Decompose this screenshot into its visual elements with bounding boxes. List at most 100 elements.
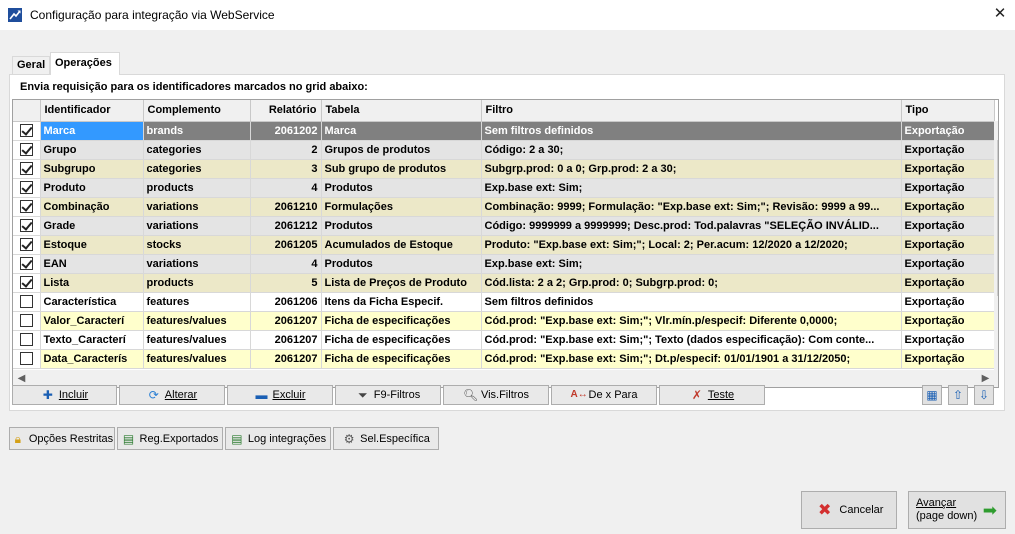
row-checkbox[interactable] bbox=[13, 178, 41, 198]
checkbox-checked-icon[interactable] bbox=[19, 219, 33, 232]
cell-filtro[interactable]: Cód.prod: "Exp.base ext: Sim;"; Texto (d… bbox=[481, 330, 902, 350]
cell-tabela[interactable]: Marca bbox=[321, 121, 482, 141]
cell-tipo[interactable]: Exportação bbox=[901, 330, 995, 350]
table-row[interactable]: Subgrupo categories 3 Sub grupo de produtos… bbox=[13, 159, 995, 179]
table-row[interactable]: Grade variations 2061212 Produtos Código: 99… bbox=[13, 216, 995, 236]
cell-tipo[interactable]: Exportação bbox=[901, 235, 995, 255]
cell-tabela[interactable]: Grupos de produtos bbox=[321, 140, 482, 160]
cell-tipo[interactable]: Exportação bbox=[901, 349, 995, 369]
cell-complemento[interactable]: products bbox=[143, 178, 251, 198]
checkbox-unchecked-icon[interactable] bbox=[19, 295, 33, 308]
cell-relatorio[interactable]: 4 bbox=[250, 254, 322, 274]
cell-complemento[interactable]: features/values bbox=[143, 349, 251, 369]
cell-tipo[interactable]: Exportação bbox=[901, 121, 995, 141]
col-header-filtro[interactable]: Filtro bbox=[481, 100, 902, 122]
teste-button[interactable]: ✗ Teste bbox=[659, 385, 765, 405]
cell-relatorio[interactable]: 5 bbox=[250, 273, 322, 293]
checkbox-checked-icon[interactable] bbox=[19, 238, 33, 251]
operations-grid[interactable]: Identificador Complemento Relatório Tabe… bbox=[12, 99, 999, 388]
row-checkbox[interactable] bbox=[13, 216, 41, 236]
cell-tabela[interactable]: Formulações bbox=[321, 197, 482, 217]
row-checkbox[interactable] bbox=[13, 197, 41, 217]
cell-tabela[interactable]: Itens da Ficha Especif. bbox=[321, 292, 482, 312]
cell-complemento[interactable]: variations bbox=[143, 216, 251, 236]
cell-tipo[interactable]: Exportação bbox=[901, 311, 995, 331]
cell-identificador[interactable]: Marca bbox=[40, 121, 144, 141]
cell-tabela[interactable]: Lista de Preços de Produto bbox=[321, 273, 482, 293]
reg-exportados-button[interactable]: ▤ Reg.Exportados bbox=[117, 427, 223, 450]
grid-layout-icon[interactable]: ▦ bbox=[922, 385, 942, 405]
move-up-icon[interactable]: ⇧ bbox=[948, 385, 968, 405]
cell-filtro[interactable]: Exp.base ext: Sim; bbox=[481, 178, 902, 198]
checkbox-checked-icon[interactable] bbox=[19, 257, 33, 270]
checkbox-checked-icon[interactable] bbox=[19, 143, 33, 156]
cell-filtro[interactable]: Cód.prod: "Exp.base ext: Sim;"; Dt.p/esp… bbox=[481, 349, 902, 369]
cell-tabela[interactable]: Ficha de especificações bbox=[321, 349, 482, 369]
cell-complemento[interactable]: features bbox=[143, 292, 251, 312]
table-row[interactable]: Lista products 5 Lista de Preços de Produto… bbox=[13, 273, 995, 293]
tab-operacoes[interactable]: Operações bbox=[50, 52, 120, 75]
cell-tabela[interactable]: Produtos bbox=[321, 216, 482, 236]
cell-tabela[interactable]: Ficha de especificações bbox=[321, 311, 482, 331]
cell-identificador[interactable]: Texto_Caracterí bbox=[40, 330, 144, 350]
cell-identificador[interactable]: Grupo bbox=[40, 140, 144, 160]
cell-filtro[interactable]: Código: 2 a 30; bbox=[481, 140, 902, 160]
cell-identificador[interactable]: Produto bbox=[40, 178, 144, 198]
row-checkbox[interactable] bbox=[13, 273, 41, 293]
cell-filtro[interactable]: Código: 9999999 a 9999999; Desc.prod: To… bbox=[481, 216, 902, 236]
cancel-button[interactable]: ✖ Cancelar bbox=[801, 491, 897, 529]
cell-filtro[interactable]: Sem filtros definidos bbox=[481, 121, 902, 141]
cell-filtro[interactable]: Sem filtros definidos bbox=[481, 292, 902, 312]
cell-complemento[interactable]: variations bbox=[143, 197, 251, 217]
table-row[interactable]: Marca brands 2061202 Marca Sem filtros defin… bbox=[13, 121, 995, 141]
col-header-tipo[interactable]: Tipo bbox=[901, 100, 995, 122]
checkbox-checked-icon[interactable] bbox=[19, 162, 33, 175]
table-row[interactable]: EAN variations 4 Produtos Exp.base ext: Sim;… bbox=[13, 254, 995, 274]
cell-tipo[interactable]: Exportação bbox=[901, 197, 995, 217]
row-checkbox[interactable] bbox=[13, 330, 41, 350]
scroll-down-icon[interactable]: ▼ bbox=[994, 353, 999, 370]
cell-relatorio[interactable]: 2061207 bbox=[250, 311, 322, 331]
cell-tabela[interactable]: Ficha de especificações bbox=[321, 330, 482, 350]
checkbox-checked-icon[interactable] bbox=[19, 181, 33, 194]
table-row[interactable]: Data_Caracterís features/values 2061207 Fic… bbox=[13, 349, 995, 369]
cell-relatorio[interactable]: 2061210 bbox=[250, 197, 322, 217]
cell-tipo[interactable]: Exportação bbox=[901, 273, 995, 293]
checkbox-unchecked-icon[interactable] bbox=[19, 333, 33, 346]
checkbox-checked-icon[interactable] bbox=[19, 124, 33, 137]
row-checkbox[interactable] bbox=[13, 292, 41, 312]
cell-tipo[interactable]: Exportação bbox=[901, 292, 995, 312]
cell-tabela[interactable]: Produtos bbox=[321, 178, 482, 198]
de-x-para-button[interactable]: A↔ De x Para bbox=[551, 385, 657, 405]
cell-filtro[interactable]: Cód.lista: 2 a 2; Grp.prod: 0; Subgrp.pr… bbox=[481, 273, 902, 293]
cell-filtro[interactable]: Produto: "Exp.base ext: Sim;"; Local: 2;… bbox=[481, 235, 902, 255]
col-header-complemento[interactable]: Complemento bbox=[143, 100, 251, 122]
cell-identificador[interactable]: Subgrupo bbox=[40, 159, 144, 179]
cell-relatorio[interactable]: 2061206 bbox=[250, 292, 322, 312]
scroll-up-icon[interactable]: ▲ bbox=[994, 121, 999, 138]
vis-filtros-button[interactable]: 🔍︎ Vis.Filtros bbox=[443, 385, 549, 405]
cell-identificador[interactable]: Valor_Caracterí bbox=[40, 311, 144, 331]
cell-tipo[interactable]: Exportação bbox=[901, 216, 995, 236]
cell-tipo[interactable]: Exportação bbox=[901, 178, 995, 198]
checkbox-unchecked-icon[interactable] bbox=[19, 352, 33, 365]
cell-complemento[interactable]: categories bbox=[143, 140, 251, 160]
cell-filtro[interactable]: Cód.prod: "Exp.base ext: Sim;"; Vlr.mín.… bbox=[481, 311, 902, 331]
cell-relatorio[interactable]: 2061205 bbox=[250, 235, 322, 255]
cell-tabela[interactable]: Sub grupo de produtos bbox=[321, 159, 482, 179]
log-integracoes-button[interactable]: ▤ Log integrações bbox=[225, 427, 331, 450]
next-button[interactable]: Avançar (page down) ➡ bbox=[908, 491, 1006, 529]
sel-especifica-button[interactable]: ⚙ Sel.Específica bbox=[333, 427, 439, 450]
cell-relatorio[interactable]: 4 bbox=[250, 178, 322, 198]
row-checkbox[interactable] bbox=[13, 311, 41, 331]
cell-relatorio[interactable]: 3 bbox=[250, 159, 322, 179]
cell-identificador[interactable]: Lista bbox=[40, 273, 144, 293]
checkbox-checked-icon[interactable] bbox=[19, 276, 33, 289]
checkbox-checked-icon[interactable] bbox=[19, 200, 33, 213]
table-row[interactable]: Característica features 2061206 Itens da Fi… bbox=[13, 292, 995, 312]
table-row[interactable]: Valor_Caracterí features/values 2061207 Fic… bbox=[13, 311, 995, 331]
cell-complemento[interactable]: stocks bbox=[143, 235, 251, 255]
incluir-button[interactable]: ✚ Incluir bbox=[12, 385, 117, 405]
checkbox-unchecked-icon[interactable] bbox=[19, 314, 33, 327]
cell-identificador[interactable]: Característica bbox=[40, 292, 144, 312]
